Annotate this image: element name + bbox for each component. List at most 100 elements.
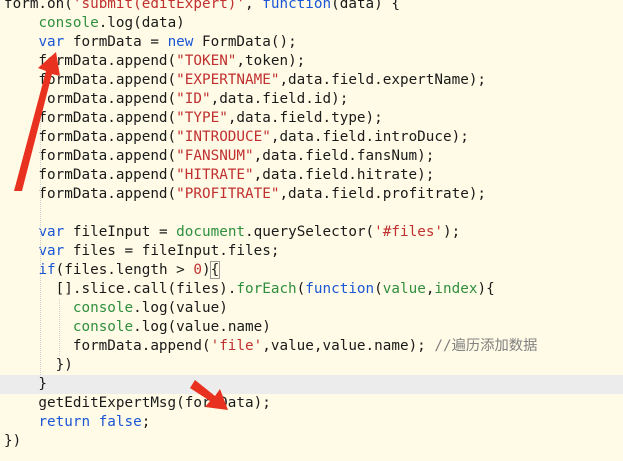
code-line[interactable]: formData.append("FANSNUM",data.field.fan…: [0, 147, 623, 166]
code-token: ,data.field.introDuce);: [270, 129, 469, 145]
code-token: ;: [141, 414, 151, 430]
code-line[interactable]: console.log(value): [0, 299, 623, 318]
code-token: ,value,value.name);: [262, 338, 435, 354]
code-token: form.on(: [4, 0, 73, 12]
code-line[interactable]: console.log(data): [0, 14, 623, 33]
code-token: "TOKEN": [176, 53, 237, 69]
code-token: formData.append(: [4, 186, 177, 202]
code-token: (: [296, 281, 306, 297]
code-line[interactable]: [0, 204, 623, 223]
code-line[interactable]: var fileInput = document.querySelector('…: [0, 223, 623, 242]
code-token: files = fileInput.files;: [64, 243, 280, 259]
code-token: formData.append(: [4, 167, 177, 183]
code-token: getEditExpertMsg(formData);: [4, 395, 271, 411]
code-line[interactable]: formData.append("TOKEN",token);: [0, 52, 623, 71]
code-token: function: [262, 0, 332, 12]
code-token: document: [176, 224, 246, 240]
code-token: ): [202, 262, 211, 278]
code-token: [].slice.call(files).: [4, 281, 237, 297]
code-token: .log(value.name): [133, 319, 271, 335]
code-token: .log(data): [98, 15, 185, 31]
code-token: ,: [245, 0, 263, 12]
code-token: "HITRATE": [176, 167, 254, 183]
code-token: false: [98, 414, 142, 430]
code-token: "FANSNUM": [176, 148, 254, 164]
code-token: }: [4, 376, 48, 392]
code-token: ,data.field.expertName);: [279, 72, 487, 88]
code-token: "PROFITRATE": [176, 186, 280, 202]
code-token: '#files': [374, 224, 444, 240]
code-line[interactable]: formData.append('file',value,value.name)…: [0, 337, 623, 356]
code-token: if: [38, 262, 56, 278]
code-token: ,data.field.hitrate);: [253, 167, 435, 183]
code-token: ,data.field.profitrate);: [279, 186, 487, 202]
code-token: .querySelector(: [245, 224, 375, 240]
code-line[interactable]: if(files.length > 0){: [0, 261, 623, 280]
code-token: formData.append(: [4, 72, 177, 88]
code-token: formData.append(: [4, 129, 177, 145]
indent-guide: [59, 299, 60, 356]
code-token: ,data.field.fansNum);: [253, 148, 435, 164]
code-line[interactable]: var formData = new FormData();: [0, 33, 623, 52]
code-line[interactable]: }: [0, 375, 623, 394]
code-line[interactable]: formData.append("HITRATE",data.field.hit…: [0, 166, 623, 185]
code-token: fileInput =: [64, 224, 177, 240]
code-token: {: [209, 261, 221, 279]
code-token: console: [38, 15, 99, 31]
code-line[interactable]: formData.append("EXPERTNAME",data.field.…: [0, 71, 623, 90]
code-line[interactable]: }): [0, 432, 623, 451]
code-token: ){: [477, 281, 495, 297]
code-token: formData.append(: [4, 53, 177, 69]
code-token: 'submit(editExpert)': [72, 0, 246, 12]
code-token: "EXPERTNAME": [176, 72, 280, 88]
code-token: (: [374, 281, 383, 297]
code-token: ,data.field.id);: [210, 91, 349, 107]
code-token: ,token);: [236, 53, 306, 69]
code-line[interactable]: getEditExpertMsg(formData);: [0, 394, 623, 413]
code-token: console: [72, 319, 134, 335]
code-line[interactable]: form.on('submit(editExpert)', function(d…: [0, 0, 623, 14]
code-token: "INTRODUCE": [176, 129, 271, 145]
indent-guide: [40, 109, 41, 375]
code-token: new: [167, 34, 194, 50]
code-token: (data) {: [331, 0, 400, 12]
code-token: (files.length >: [55, 262, 194, 278]
code-line[interactable]: console.log(value.name): [0, 318, 623, 337]
code-token: formData =: [64, 34, 168, 50]
code-token: return: [38, 414, 91, 430]
code-token: ,data.field.type);: [227, 110, 383, 126]
code-token: 0: [193, 262, 202, 278]
code-line[interactable]: return false;: [0, 413, 623, 432]
code-token: }): [4, 433, 22, 449]
code-token: "ID": [176, 91, 211, 107]
code-line[interactable]: var files = fileInput.files;: [0, 242, 623, 261]
code-line[interactable]: formData.append("PROFITRATE",data.field.…: [0, 185, 623, 204]
code-token: forEach: [236, 281, 297, 297]
code-token: formData.append(: [4, 338, 211, 354]
code-token: var: [38, 34, 65, 50]
code-line[interactable]: }): [0, 356, 623, 375]
code-token: var: [38, 243, 65, 259]
code-token: formData.append(: [4, 91, 177, 107]
code-line[interactable]: formData.append("ID",data.field.id);: [0, 90, 623, 109]
code-token: FormData();: [193, 34, 297, 50]
code-token: formData.append(: [4, 110, 177, 126]
code-line[interactable]: formData.append("TYPE",data.field.type);: [0, 109, 623, 128]
code-token: //遍历添加数据: [434, 338, 538, 354]
code-editor[interactable]: form.on('submit(editExpert)', function(d…: [0, 0, 623, 461]
code-token: console: [72, 300, 134, 316]
code-line[interactable]: [].slice.call(files).forEach(function(va…: [0, 280, 623, 299]
code-line[interactable]: formData.append("INTRODUCE",data.field.i…: [0, 128, 623, 147]
code-token: formData.append(: [4, 148, 177, 164]
code-token: );: [443, 224, 461, 240]
code-token: 'file': [210, 338, 263, 354]
code-token: "TYPE": [176, 110, 228, 126]
